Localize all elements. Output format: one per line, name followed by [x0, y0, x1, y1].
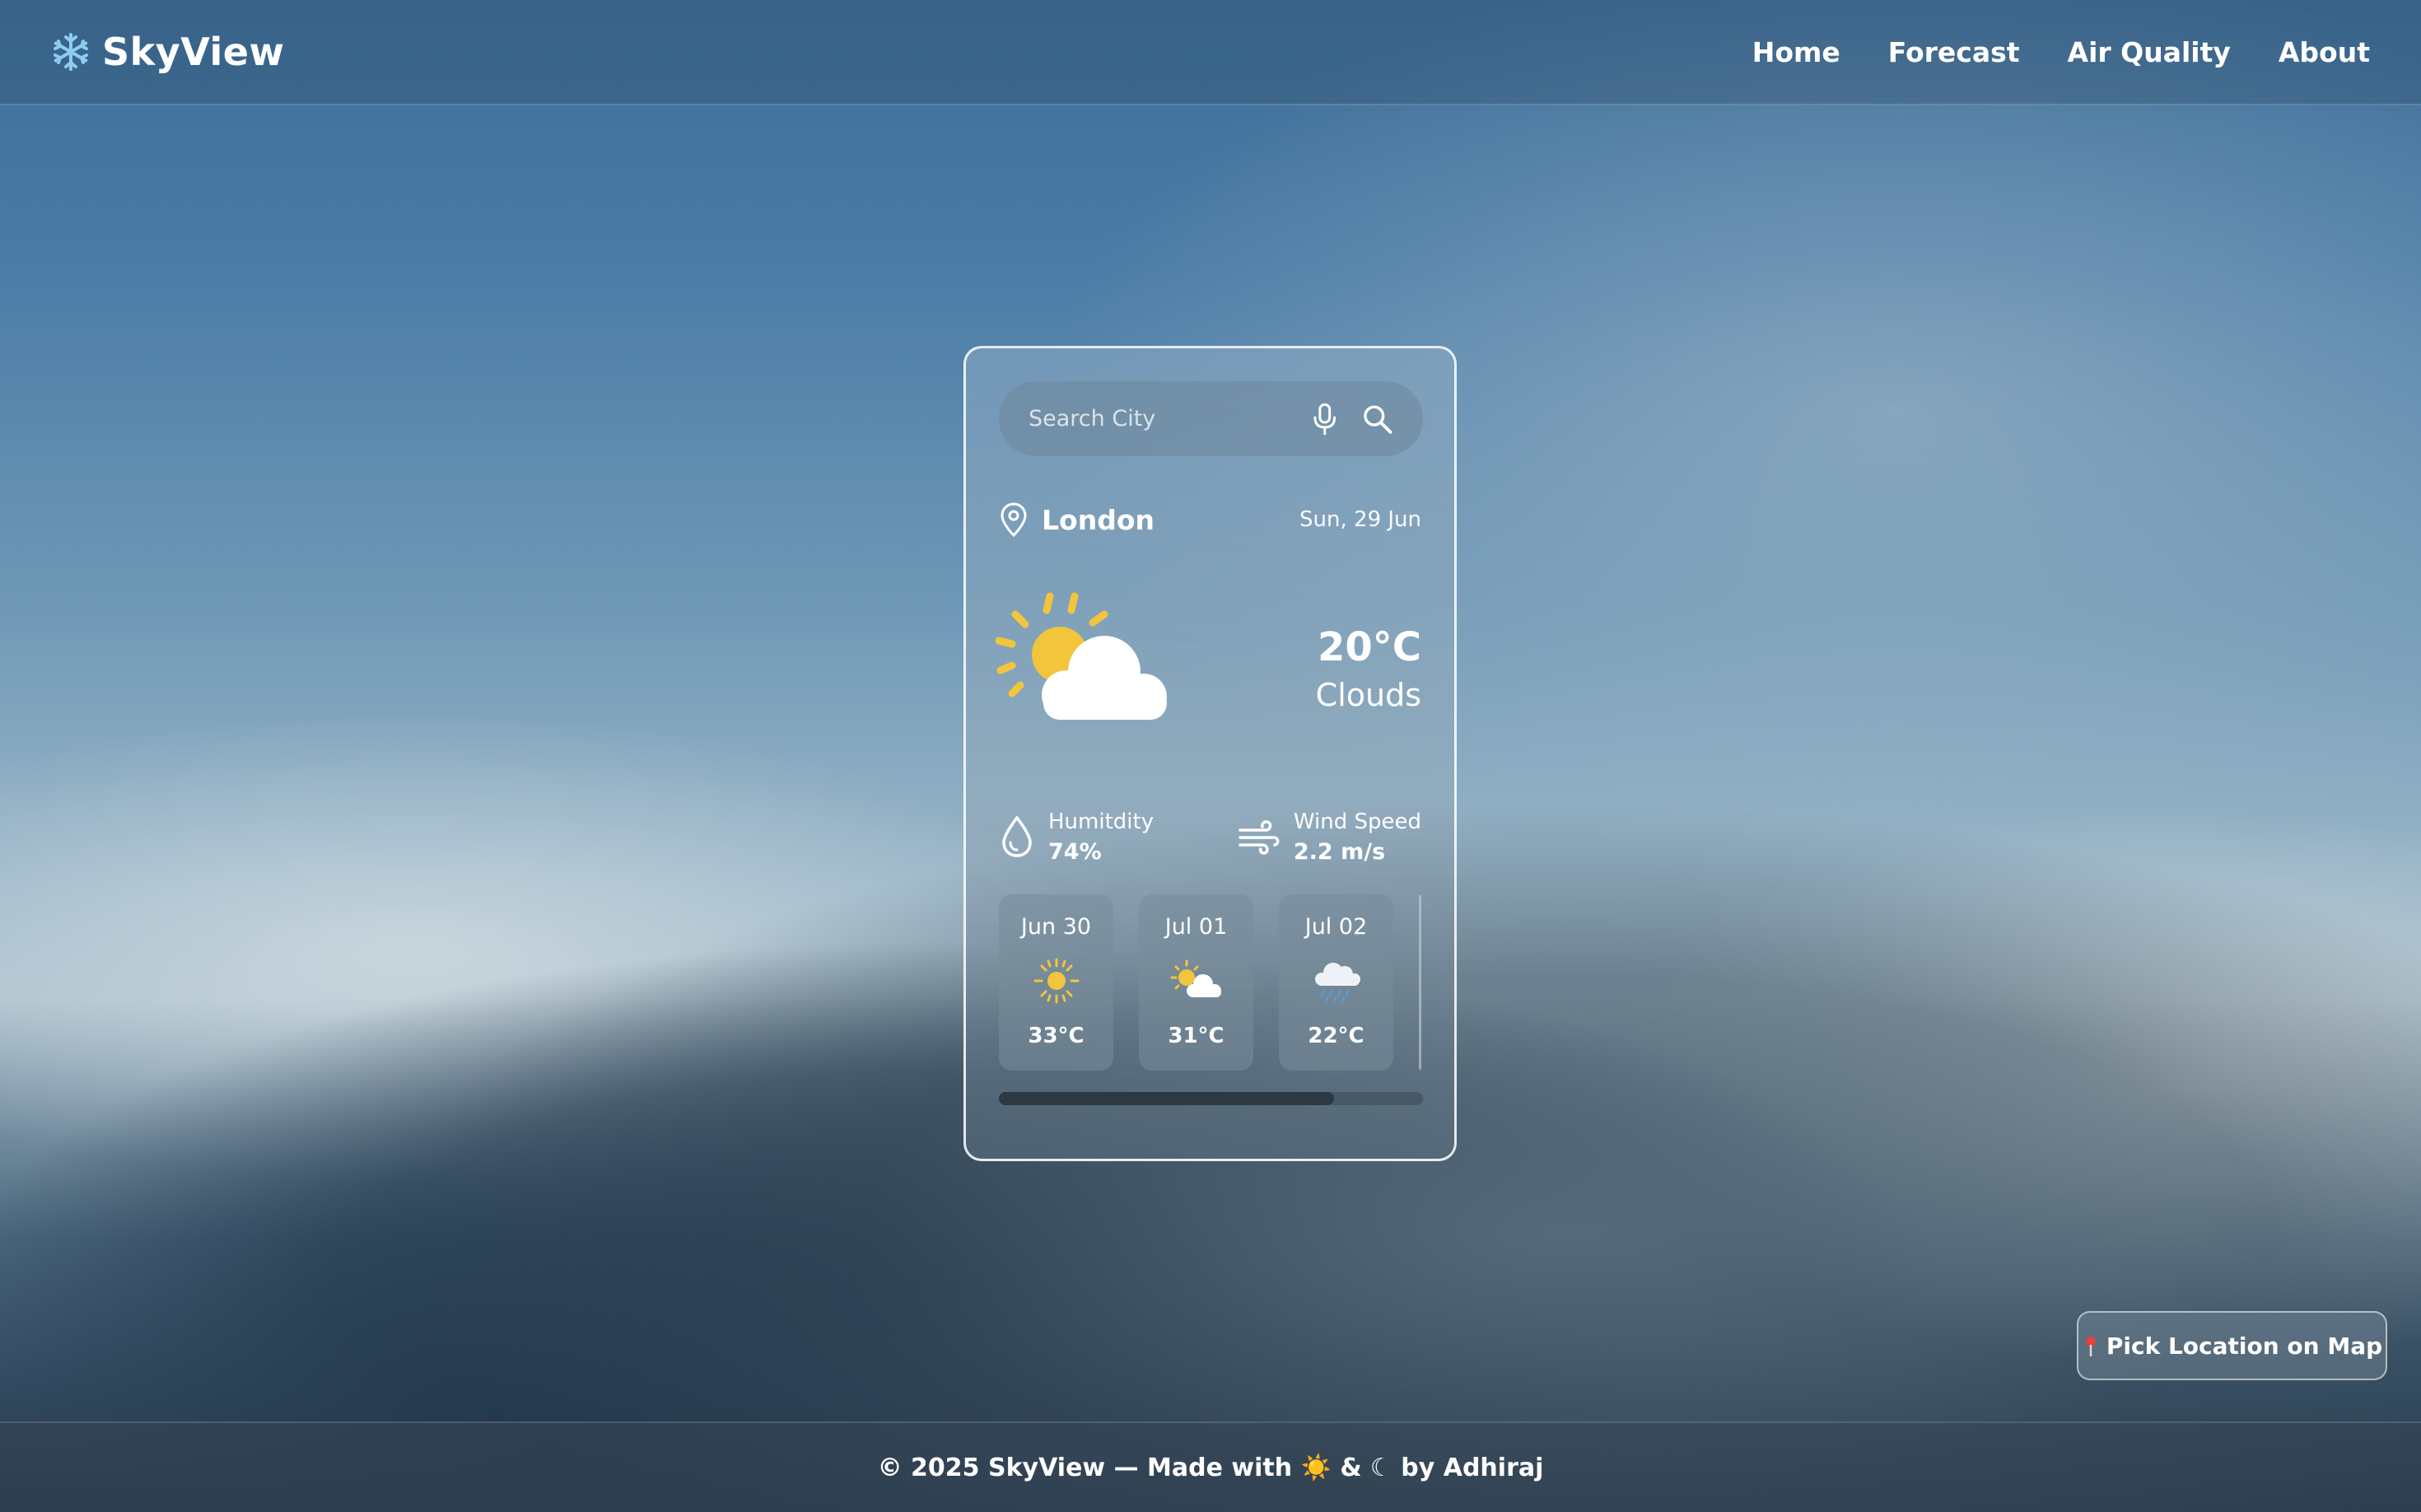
brand-name: SkyView — [102, 30, 285, 74]
magnifier-icon[interactable] — [1361, 403, 1393, 436]
microphone-icon[interactable] — [1310, 403, 1340, 436]
sun-icon — [1033, 958, 1079, 1004]
forecast-temp: 22°C — [1308, 1024, 1364, 1048]
wind-stat: Wind Speed 2.2 m/s — [1238, 804, 1421, 870]
weather-stats: Humitdity 74% Wind Speed 2.2 m/s — [999, 804, 1421, 870]
current-temperature: 20°C — [1317, 624, 1421, 670]
forecast-day-partial[interactable] — [1419, 894, 1421, 1071]
nav-forecast[interactable]: Forecast — [1888, 36, 2020, 68]
forecast-temp: 31°C — [1168, 1024, 1224, 1048]
search-input[interactable] — [1029, 406, 1310, 432]
snowflake-icon — [54, 33, 88, 71]
forecast-date: Jul 01 — [1164, 914, 1228, 940]
current-condition: Clouds — [1315, 677, 1421, 713]
nav-air-quality[interactable]: Air Quality — [2068, 36, 2231, 68]
footer-text: © 2025 SkyView — Made with ☀️ & ☾ by Adh… — [877, 1453, 1544, 1482]
wind-icon — [1238, 820, 1280, 855]
current-weather: 20°C Clouds — [996, 573, 1421, 779]
red-pin-icon — [2085, 1337, 2096, 1356]
forecast-day[interactable]: Jun 30 33°C — [999, 894, 1113, 1071]
humidity-value: 74% — [1048, 838, 1102, 865]
sun-cloud-icon — [1170, 959, 1221, 997]
humidity-label: Humitdity — [1048, 809, 1155, 834]
scrollbar-thumb[interactable] — [999, 1092, 1334, 1105]
nav-home[interactable]: Home — [1752, 36, 1840, 68]
sun-behind-cloud-icon — [996, 592, 1167, 720]
pick-location-label: Pick Location on Map — [2106, 1332, 2383, 1360]
search-bar — [999, 381, 1423, 456]
forecast-day[interactable]: Jul 02 22°C — [1279, 894, 1393, 1071]
wind-value: 2.2 m/s — [1293, 838, 1386, 865]
map-pin-icon — [1001, 502, 1027, 538]
forecast-strip[interactable]: Jun 30 33°C Jul 01 31°C Jul 02 22°C — [999, 894, 1421, 1071]
weather-card: London Sun, 29 Jun 20°C Clouds — [963, 346, 1457, 1161]
wind-label: Wind Speed — [1293, 809, 1421, 834]
forecast-day[interactable]: Jul 01 31°C — [1139, 894, 1253, 1071]
brand[interactable]: SkyView — [51, 30, 284, 74]
nav-about[interactable]: About — [2279, 36, 2370, 68]
top-nav-bar: SkyView Home Forecast Air Quality About — [0, 0, 2421, 105]
city-name: London — [1042, 503, 1155, 536]
footer: © 2025 SkyView — Made with ☀️ & ☾ by Adh… — [0, 1421, 2421, 1512]
forecast-temp: 33°C — [1028, 1024, 1085, 1048]
forecast-scrollbar[interactable] — [999, 1092, 1423, 1105]
pick-location-button[interactable]: Pick Location on Map — [2077, 1311, 2387, 1380]
main-nav: Home Forecast Air Quality About — [1752, 36, 2370, 68]
droplet-icon — [1002, 815, 1032, 857]
rain-cloud-icon — [1314, 963, 1360, 1004]
forecast-date: Jun 30 — [1020, 914, 1092, 940]
current-date: Sun, 29 Jun — [1299, 507, 1421, 532]
forecast-date: Jul 02 — [1304, 914, 1368, 940]
location-row: London Sun, 29 Jun — [999, 499, 1421, 540]
location: London — [999, 502, 1155, 538]
humidity-stat: Humitdity 74% — [999, 804, 1154, 870]
